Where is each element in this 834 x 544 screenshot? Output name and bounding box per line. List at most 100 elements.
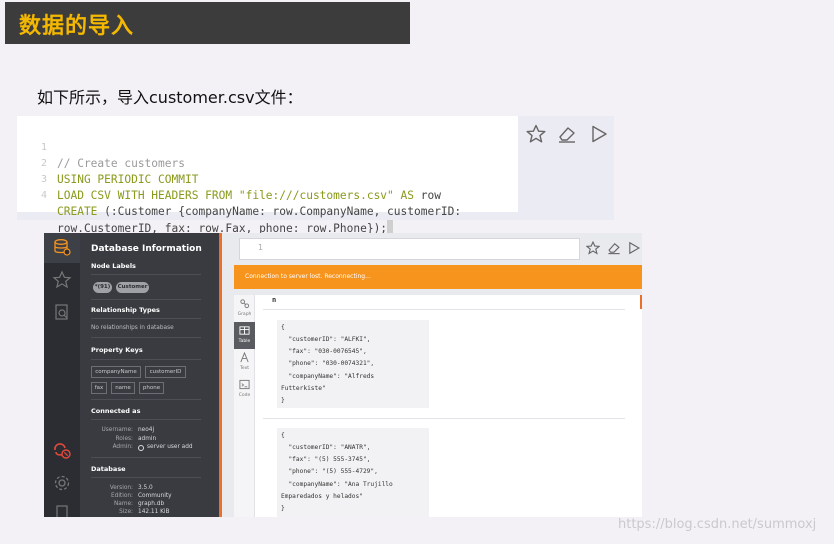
divider: [91, 457, 201, 458]
divider: [91, 399, 201, 400]
cypher-editor-input[interactable]: 1: [239, 238, 580, 260]
edition-label: Edition:: [110, 493, 133, 499]
table-icon: [239, 326, 250, 335]
gear-icon[interactable]: [52, 473, 72, 493]
record-line: Futterkiste": [281, 385, 326, 392]
record-line: }: [281, 397, 285, 404]
eraser-icon[interactable]: [607, 241, 621, 255]
tab-code[interactable]: Code: [234, 376, 255, 403]
tab-table[interactable]: Table: [234, 322, 255, 349]
star-icon[interactable]: [52, 270, 72, 290]
record-line: "fax": "030-0076545",: [281, 348, 367, 355]
code-line: 2 USING PERIODIC COMMIT: [17, 140, 198, 186]
code-string: "file:///customers.csv": [238, 189, 394, 202]
record-line: "customerID": "ANATR",: [281, 444, 371, 451]
property-key-tag[interactable]: companyName: [91, 366, 141, 378]
record-line: "phone": "(5) 555-4729",: [281, 468, 378, 475]
code-line: row.CustomerID, fax: row.Fax, phone: row…: [17, 188, 394, 235]
code-keyword: AS: [393, 189, 421, 202]
name-value: graph.db: [138, 501, 165, 507]
connection-error-icon[interactable]: [52, 440, 72, 460]
code-text: (:Customer {companyName: row.CompanyName…: [97, 205, 462, 218]
documents-icon[interactable]: [52, 302, 72, 322]
edition-value: Community: [138, 493, 172, 499]
record-line: Emparedados y helados": [281, 493, 363, 500]
divider: [91, 299, 201, 300]
eraser-icon[interactable]: [557, 124, 577, 144]
record-line: "fax": "(5) 555-3745",: [281, 456, 371, 463]
play-icon[interactable]: [589, 124, 609, 144]
code-keyword: LOAD CSV WITH HEADERS FROM: [57, 189, 239, 202]
connected-as-heading: Connected as: [91, 407, 141, 415]
roles-label: Roles:: [115, 436, 133, 442]
username-label: Username:: [101, 427, 133, 433]
code-line: 1 // Create customers: [17, 124, 185, 170]
column-header: n: [272, 296, 277, 304]
property-key-tag[interactable]: fax: [91, 382, 107, 394]
admin-value: server user add: [147, 444, 193, 450]
code-block: 1 // Create customers 2 USING PERIODIC C…: [17, 116, 614, 235]
version-value: 3.5.0: [138, 485, 153, 491]
record-cell: { "customerID": "ANATR", "fax": "(5) 555…: [277, 428, 429, 517]
star-icon[interactable]: [526, 124, 546, 144]
documents-icon[interactable]: [52, 503, 72, 517]
record-line: {: [281, 432, 285, 439]
tab-label: Code: [238, 393, 251, 398]
node-labels-heading: Node Labels: [91, 262, 136, 270]
admin-radio-icon[interactable]: [138, 445, 144, 451]
star-icon[interactable]: [586, 241, 600, 255]
tab-label: Graph: [237, 312, 252, 317]
version-label: Version:: [109, 485, 133, 491]
divider: [91, 477, 201, 478]
code-keyword: CREATE: [57, 205, 98, 218]
divider: [91, 274, 201, 275]
view-tabs: Graph Table Text Code: [234, 295, 255, 517]
watermark: https://blog.csdn.net/summoxj: [618, 517, 817, 532]
graph-icon: [240, 299, 250, 309]
label-pill[interactable]: *(91): [93, 282, 112, 293]
page-title: 数据的导入: [19, 14, 135, 39]
play-icon[interactable]: [627, 241, 641, 255]
property-key-tag[interactable]: phone: [139, 382, 164, 394]
icon-rail: [44, 233, 80, 517]
record-line: }: [281, 505, 285, 512]
admin-label: Admin:: [112, 444, 133, 450]
database-information-drawer: Database Information Node Labels *(91) C…: [80, 233, 219, 517]
record-line: {: [281, 324, 285, 331]
code-line: 4 CREATE (:Customer {companyName: row.Co…: [17, 172, 461, 218]
roles-value: admin: [138, 436, 157, 442]
neo4j-browser-screenshot: Database Information Node Labels *(91) C…: [44, 233, 642, 517]
code-editor[interactable]: 1 // Create customers 2 USING PERIODIC C…: [17, 116, 518, 235]
code-line: 3 LOAD CSV WITH HEADERS FROM "file:///cu…: [17, 156, 441, 202]
banner-text: Connection to server lost. Reconnecting.…: [245, 273, 371, 280]
editor-line-number: 1: [258, 243, 264, 252]
row-divider: [263, 418, 625, 419]
divider: [91, 318, 201, 319]
label-pill[interactable]: Customer: [116, 282, 149, 293]
property-key-tag[interactable]: name: [111, 382, 135, 394]
divider: [91, 359, 201, 360]
connection-lost-banner: Connection to server lost. Reconnecting.…: [234, 265, 642, 289]
name-label: Name:: [113, 501, 133, 507]
rail-database-tab[interactable]: [44, 233, 80, 263]
code-keyword: USING PERIODIC COMMIT: [57, 173, 199, 186]
property-key-tag[interactable]: customerID: [145, 366, 186, 378]
tab-text[interactable]: Text: [234, 349, 255, 376]
tab-graph[interactable]: Graph: [234, 295, 255, 322]
frame-edge: [640, 295, 642, 309]
divider: [91, 337, 201, 338]
size-label: Size:: [119, 509, 133, 515]
username-value: neo4j: [138, 427, 155, 433]
database-icon: [54, 239, 71, 256]
tab-label: Text: [239, 366, 250, 371]
row-divider: [263, 309, 625, 310]
relationship-types-heading: Relationship Types: [91, 306, 160, 314]
size-value: 142.11 KiB: [138, 509, 170, 515]
intro-text: 如下所示，导入customer.csv文件：: [37, 88, 303, 107]
divider: [91, 419, 201, 420]
record-line: "companyName": "Alfreds: [281, 373, 375, 380]
tab-label: Table: [238, 339, 251, 344]
record-cell: { "customerID": "ALFKI", "fax": "030-007…: [277, 320, 429, 408]
code-icon: [239, 379, 250, 390]
code-comment: // Create customers: [57, 157, 185, 170]
